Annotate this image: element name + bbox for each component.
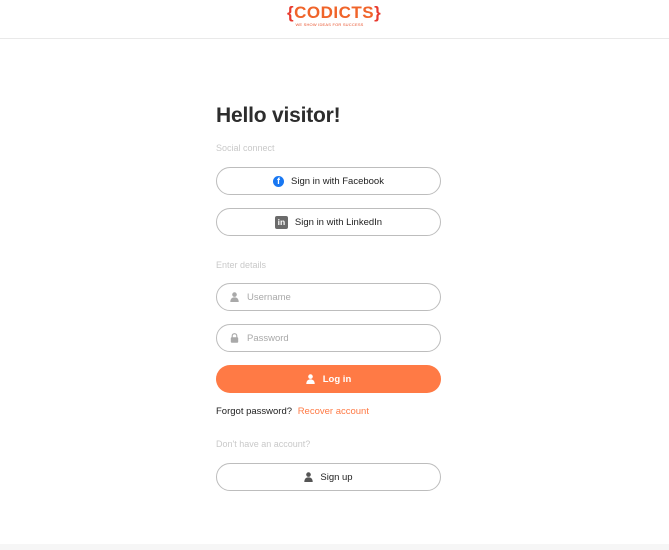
user-icon — [306, 374, 315, 384]
username-field[interactable] — [216, 283, 441, 311]
linkedin-signin-label: Sign in with LinkedIn — [294, 216, 383, 228]
enter-details-label: Enter details — [216, 260, 267, 270]
bottom-divider — [0, 544, 669, 550]
logo-text: CODICTS — [294, 3, 375, 22]
username-input[interactable] — [247, 291, 427, 303]
social-connect-label: Social connect — [216, 143, 275, 153]
linkedin-icon: in — [274, 215, 288, 229]
top-header: {CODICTS} WE SHOW IDEAS FOR SUCCESS — [0, 0, 669, 39]
user-icon — [230, 292, 239, 302]
signup-button[interactable]: Sign up — [216, 463, 441, 491]
lock-icon — [230, 333, 239, 343]
facebook-signin-label: Sign in with Facebook — [291, 175, 384, 187]
page-title: Hello visitor! — [216, 104, 341, 127]
logo-wordmark: {CODICTS} — [287, 3, 382, 22]
facebook-icon: f — [273, 175, 285, 187]
user-icon — [304, 472, 314, 482]
login-button[interactable]: Log in — [216, 365, 441, 393]
recover-account-link[interactable]: Recover account — [298, 406, 369, 417]
codicts-logo[interactable]: {CODICTS} WE SHOW IDEAS FOR SUCCESS — [287, 3, 382, 30]
logo-tagline: WE SHOW IDEAS FOR SUCCESS — [295, 22, 364, 27]
linkedin-signin-button[interactable]: in Sign in with LinkedIn — [216, 208, 441, 236]
forgot-password-text: Forgot password? — [216, 406, 293, 417]
no-account-label: Don't have an account? — [216, 439, 311, 449]
signup-button-label: Sign up — [320, 471, 353, 483]
forgot-password-row: Forgot password? Recover account — [216, 406, 369, 417]
password-field[interactable] — [216, 324, 441, 352]
login-button-label: Log in — [322, 373, 352, 385]
password-input[interactable] — [247, 332, 427, 344]
facebook-signin-button[interactable]: f Sign in with Facebook — [216, 167, 441, 195]
